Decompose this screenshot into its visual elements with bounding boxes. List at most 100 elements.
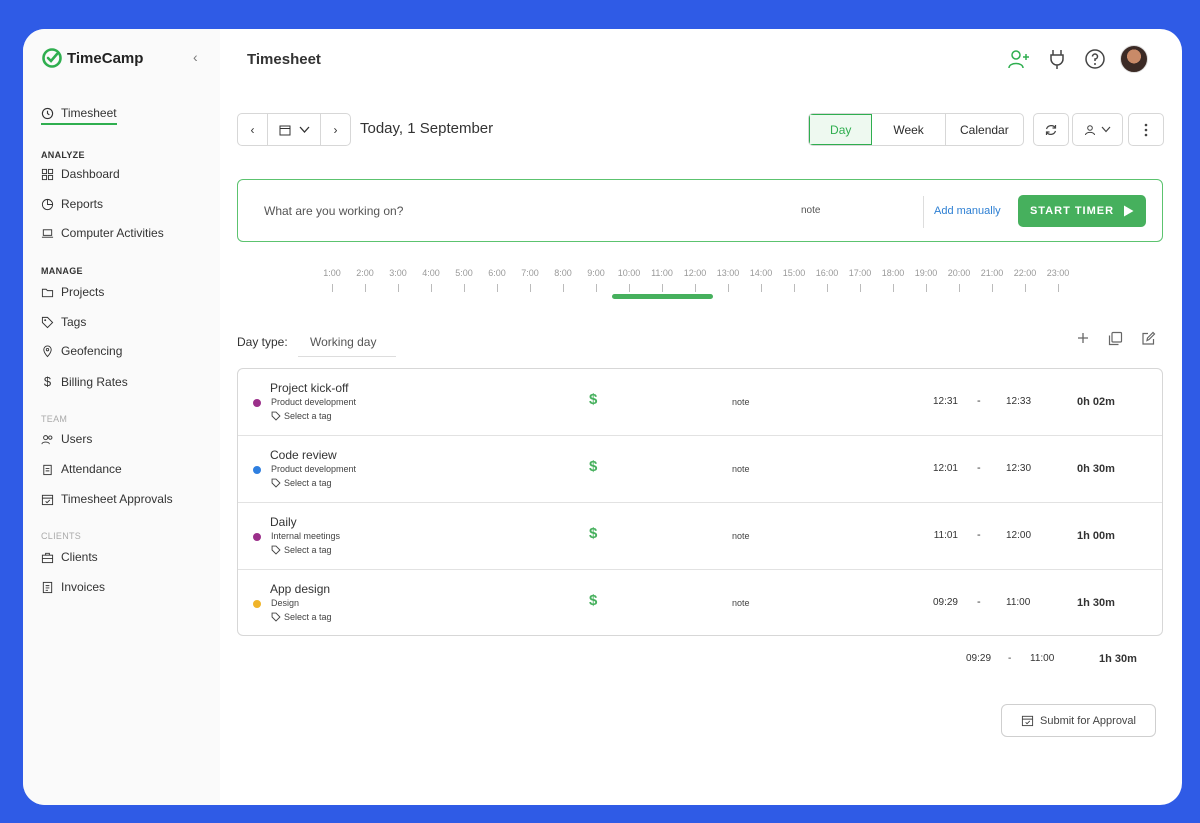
logo[interactable]: TimeCamp (41, 47, 143, 69)
tag-label: Select a tag (284, 545, 332, 555)
billable-icon[interactable]: $ (589, 592, 597, 609)
users-icon (41, 434, 53, 444)
tag-label: Select a tag (284, 612, 332, 622)
entry-title[interactable]: Code review (270, 448, 337, 462)
timer-note-field[interactable]: note (801, 205, 820, 216)
entry-title[interactable]: App design (270, 582, 330, 596)
billable-icon[interactable]: $ (589, 525, 597, 542)
entry-project[interactable]: Design (271, 598, 299, 608)
tab-calendar[interactable]: Calendar (946, 114, 1023, 145)
avatar[interactable] (1120, 45, 1148, 73)
clock-icon (41, 107, 54, 119)
sidebar-item-timesheet-approvals[interactable]: Timesheet Approvals (41, 492, 173, 506)
entry-end-time[interactable]: 11:00 (1006, 597, 1030, 608)
project-color-dot (253, 466, 261, 474)
tag-selector[interactable]: Select a tag (271, 411, 332, 421)
entry-project[interactable]: Internal meetings (271, 531, 340, 541)
user-filter-button[interactable] (1072, 113, 1123, 146)
copy-icon[interactable] (1108, 331, 1123, 346)
next-day-button[interactable]: › (320, 113, 351, 146)
submit-for-approval-button[interactable]: Submit for Approval (1001, 704, 1156, 737)
tracked-time-bar[interactable] (611, 294, 714, 299)
tab-day[interactable]: Day (809, 114, 873, 145)
list-item[interactable]: Project kick-off Product development Sel… (238, 369, 1162, 436)
collapse-sidebar-icon[interactable]: ‹ (193, 49, 198, 65)
sidebar-item-billing-rates[interactable]: $ Billing Rates (41, 374, 128, 389)
start-timer-button[interactable]: START TIMER (1018, 195, 1146, 227)
entry-end-time[interactable]: 12:30 (1006, 463, 1031, 474)
sidebar-item-attendance[interactable]: Attendance (41, 462, 122, 476)
chevron-left-icon: ‹ (250, 122, 255, 137)
list-item[interactable]: Daily Internal meetings Select a tag $ n… (238, 503, 1162, 570)
sidebar-item-timesheet[interactable]: Timesheet (41, 106, 117, 125)
sidebar-item-dashboard[interactable]: Dashboard (41, 167, 120, 181)
entry-end-time[interactable]: 12:00 (1006, 530, 1031, 541)
sidebar-item-reports[interactable]: Reports (41, 197, 103, 211)
task-input[interactable]: What are you working on? (264, 204, 403, 218)
timeline-hour-label: 9:00 (587, 268, 605, 278)
day-type-select[interactable]: Working day (298, 327, 396, 357)
entry-duration[interactable]: 0h 02m (1077, 396, 1115, 408)
entry-project[interactable]: Product development (271, 464, 356, 474)
help-icon[interactable] (1082, 46, 1108, 72)
entry-start-time[interactable]: 11:01 (908, 530, 958, 541)
entry-duration[interactable]: 1h 00m (1077, 530, 1115, 542)
more-options-button[interactable] (1128, 113, 1164, 146)
list-item[interactable]: Code review Product development Select a… (238, 436, 1162, 503)
sidebar-item-label: Geofencing (61, 344, 123, 358)
plug-icon[interactable] (1044, 46, 1070, 72)
sidebar-item-tags[interactable]: Tags (41, 315, 86, 329)
plus-icon[interactable] (1076, 331, 1090, 345)
edit-icon[interactable] (1141, 331, 1156, 346)
tag-selector[interactable]: Select a tag (271, 612, 332, 622)
sidebar-item-label: Timesheet Approvals (61, 492, 173, 506)
timeline-hour-label: 8:00 (554, 268, 572, 278)
entry-title[interactable]: Project kick-off (270, 381, 348, 395)
sidebar-item-projects[interactable]: Projects (41, 285, 104, 299)
timeline-tick (1025, 284, 1026, 292)
sidebar-item-invoices[interactable]: Invoices (41, 580, 105, 594)
sidebar-item-label: Users (61, 432, 93, 446)
tag-label: Select a tag (284, 478, 332, 488)
refresh-button[interactable] (1033, 113, 1069, 146)
section-analyze: ANALYZE (41, 150, 85, 160)
entry-duration[interactable]: 1h 30m (1077, 597, 1115, 609)
timeline-tick (893, 284, 894, 292)
sidebar-item-label: Attendance (61, 462, 122, 476)
billable-icon[interactable]: $ (589, 391, 597, 408)
entry-project[interactable]: Product development (271, 397, 356, 407)
timeline-tick (497, 284, 498, 292)
timeline-hour-label: 4:00 (422, 268, 440, 278)
entry-title[interactable]: Daily (270, 515, 297, 529)
entry-start-time[interactable]: 09:29 (908, 597, 958, 608)
tab-week[interactable]: Week (872, 114, 946, 145)
timeline-tick (332, 284, 333, 292)
entry-note[interactable]: note (732, 531, 750, 541)
add-user-icon[interactable] (1006, 46, 1032, 72)
sidebar-item-computer-activities[interactable]: Computer Activities (41, 226, 164, 240)
timeline-hour-label: 17:00 (848, 268, 872, 278)
time-separator: - (977, 596, 981, 608)
entry-note[interactable]: note (732, 598, 750, 608)
entry-duration[interactable]: 0h 30m (1077, 463, 1115, 475)
sidebar-item-users[interactable]: Users (41, 432, 92, 446)
tag-selector[interactable]: Select a tag (271, 478, 332, 488)
date-picker-button[interactable] (267, 113, 321, 146)
entry-end-time[interactable]: 12:33 (1006, 396, 1031, 407)
entry-start-time[interactable]: 12:01 (908, 463, 958, 474)
entry-note[interactable]: note (732, 464, 750, 474)
add-manually-link[interactable]: Add manually (934, 205, 1001, 217)
tag-selector[interactable]: Select a tag (271, 545, 332, 555)
logo-text: TimeCamp (67, 49, 144, 67)
entry-start-time[interactable]: 12:31 (908, 396, 958, 407)
prev-day-button[interactable]: ‹ (237, 113, 268, 146)
timeline-tick (365, 284, 366, 292)
billable-icon[interactable]: $ (589, 458, 597, 475)
calendar-icon (279, 125, 290, 135)
sidebar-item-geofencing[interactable]: Geofencing (41, 344, 122, 358)
sidebar-item-clients[interactable]: Clients (41, 550, 98, 564)
section-team: TEAM (41, 414, 68, 424)
entry-note[interactable]: note (732, 397, 750, 407)
list-item[interactable]: App design Design Select a tag $ note 09… (238, 570, 1162, 635)
pie-chart-icon (41, 198, 54, 210)
